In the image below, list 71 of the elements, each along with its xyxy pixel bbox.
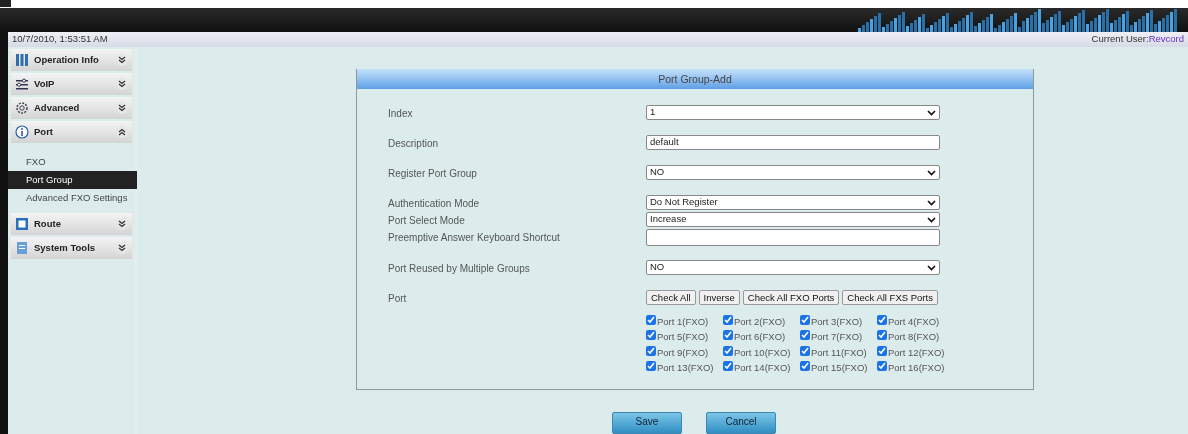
checkbox[interactable]	[723, 345, 733, 356]
input-field[interactable]: default	[646, 135, 940, 150]
date-time: 10/7/2010, 1:53:51 AM	[12, 32, 108, 47]
field-label: Port Select Mode	[388, 214, 466, 228]
check-button[interactable]: Inverse	[698, 290, 740, 305]
panel-title: Port Group-Add	[357, 69, 1033, 89]
sidebar-section[interactable]: Operation Info	[11, 49, 132, 71]
checkbox-label: Port 6(FXO)	[734, 330, 786, 345]
field-label: Description	[388, 137, 440, 151]
checkbox-label: Port 3(FXO)	[811, 315, 863, 329]
sidebar-section[interactable]: Port	[11, 121, 132, 143]
field-label: Preemptive Answer Keyboard Shortcut	[388, 231, 561, 245]
checkbox[interactable]	[723, 315, 733, 325]
checkbox[interactable]	[646, 330, 656, 341]
checkbox-label: Port 16(FXO)	[888, 360, 945, 375]
checkbox-label: Port 1(FXO)	[657, 315, 709, 329]
checkbox-label: Port 15(FXO)	[811, 360, 868, 375]
sidebar-item[interactable]: Advanced FXO Settings	[8, 189, 135, 207]
select-field[interactable]: Do Not Register	[646, 195, 940, 210]
checkbox[interactable]	[800, 315, 810, 325]
checkbox-label: Port 8(FXO)	[888, 330, 940, 345]
field-label: Register Port Group	[388, 167, 478, 181]
checkbox-label: Port 2(FXO)	[734, 315, 786, 329]
checkbox[interactable]	[877, 315, 887, 325]
checkbox-label: Port 4(FXO)	[888, 315, 940, 329]
checkbox-label: Port 14(FXO)	[734, 360, 791, 375]
info-icon	[15, 125, 29, 139]
square-icon	[15, 217, 29, 231]
sidebar-item[interactable]: FXO	[8, 153, 135, 171]
checkbox[interactable]	[646, 345, 656, 356]
input-field[interactable]	[646, 229, 940, 246]
checkbox-label: Port 12(FXO)	[888, 345, 945, 360]
checkbox[interactable]	[877, 360, 887, 371]
field-label: Port Reused by Multiple Groups	[388, 262, 531, 276]
checkbox[interactable]	[877, 345, 887, 356]
check-button[interactable]: Check All FXS Ports	[842, 290, 938, 305]
select-field[interactable]: NO	[646, 260, 940, 275]
bars-icon	[15, 53, 29, 67]
checkbox-label: Port 9(FXO)	[657, 345, 709, 360]
current-user: Current User:Revcord	[1091, 32, 1184, 47]
app-icon	[0, 0, 11, 7]
checkbox-label: Port 7(FXO)	[811, 330, 863, 345]
checkbox-label: Port 13(FXO)	[657, 360, 714, 375]
checkbox-label: Port 5(FXO)	[657, 330, 709, 345]
document-icon	[15, 241, 29, 255]
cancel-button[interactable]: Cancel	[706, 412, 776, 434]
check-button[interactable]: Check All	[646, 290, 696, 305]
checkbox[interactable]	[800, 360, 810, 371]
checkbox[interactable]	[646, 360, 656, 371]
checkbox[interactable]	[800, 345, 810, 356]
field-label: Index	[388, 107, 414, 121]
sidebar-section[interactable]: System Tools	[11, 237, 132, 259]
checkbox-label: Port 10(FXO)	[734, 345, 791, 360]
sliders-icon	[15, 77, 29, 91]
sidebar-section[interactable]: Advanced	[11, 97, 132, 119]
checkbox[interactable]	[723, 330, 733, 341]
select-field[interactable]: NO	[646, 165, 940, 180]
check-button[interactable]: Check All FXO Ports	[742, 290, 840, 305]
checkbox[interactable]	[877, 330, 887, 341]
sidebar-section[interactable]: Route	[11, 213, 132, 235]
gear-icon	[15, 101, 29, 115]
sidebar-section[interactable]: VoIP	[11, 73, 132, 95]
checkbox[interactable]	[646, 315, 656, 325]
select-field[interactable]: 1	[646, 105, 940, 120]
checkbox-label: Port 11(FXO)	[811, 345, 867, 360]
save-button[interactable]: Save	[612, 412, 682, 434]
checkbox[interactable]	[723, 360, 733, 371]
select-field[interactable]: Increase	[646, 212, 940, 227]
field-label: Port	[388, 292, 408, 306]
field-label: Authentication Mode	[388, 197, 481, 211]
checkbox[interactable]	[800, 330, 810, 341]
